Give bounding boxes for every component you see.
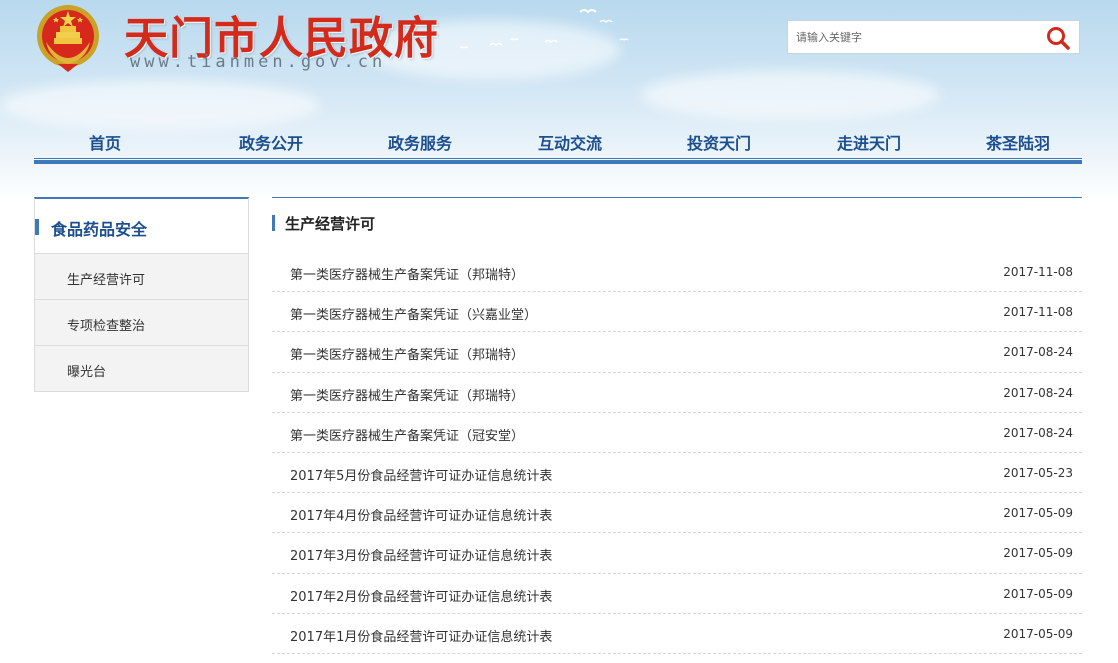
nav-underline [34, 160, 1082, 164]
sidebar-item-special-inspection[interactable]: 专项检查整治 [35, 300, 248, 346]
list-item-date: 2017-05-09 [1003, 586, 1073, 601]
sidebar-item-production-license[interactable]: 生产经营许可 [35, 254, 248, 300]
nav-divider [34, 158, 1082, 159]
list-item: 第一类医疗器械生产备案凭证（邦瑞特） 2017-08-24 [272, 332, 1082, 373]
list-item-link[interactable]: 2017年3月份食品经营许可证办证信息统计表 [290, 545, 552, 564]
list-item: 第一类医疗器械生产备案凭证（冠安堂） 2017-08-24 [272, 413, 1082, 453]
list-item: 2017年2月份食品经营许可证办证信息统计表 2017-05-09 [272, 574, 1082, 614]
national-emblem-icon [37, 5, 99, 72]
list-item: 2017年1月份食品经营许可证办证信息统计表 2017-05-09 [272, 614, 1082, 654]
list-item-link[interactable]: 2017年5月份食品经营许可证办证信息统计表 [290, 465, 552, 484]
list-item: 2017年4月份食品经营许可证办证信息统计表 2017-05-09 [272, 493, 1082, 534]
sidebar-item-exposure[interactable]: 曝光台 [35, 346, 248, 392]
list-item: 第一类医疗器械生产备案凭证（邦瑞特） 2017-11-08 [272, 252, 1082, 293]
sidebar: 食品药品安全 生产经营许可 专项检查整治 曝光台 [34, 197, 249, 392]
article-list: 第一类医疗器械生产备案凭证（邦瑞特） 2017-11-08 第一类医疗器械生产备… [272, 252, 1082, 654]
list-item-date: 2017-11-08 [1003, 265, 1073, 279]
list-item-link[interactable]: 第一类医疗器械生产备案凭证（邦瑞特） [290, 344, 524, 363]
sidebar-title: 食品药品安全 [51, 220, 148, 239]
page-title: 生产经营许可 [285, 215, 376, 233]
list-item-date: 2017-08-24 [1003, 425, 1073, 440]
content-panel: 生产经营许可 第一类医疗器械生产备案凭证（邦瑞特） 2017-11-08 第一类… [272, 197, 1082, 654]
list-item-date: 2017-08-24 [1003, 385, 1073, 400]
nav-item-about[interactable]: 走进天门 [837, 130, 901, 154]
nav-item-invest[interactable]: 投资天门 [687, 130, 751, 154]
bird-decoration [459, 9, 629, 49]
content-header-marker [272, 215, 275, 231]
list-item: 2017年5月份食品经营许可证办证信息统计表 2017-05-23 [272, 453, 1082, 494]
list-item-date: 2017-11-08 [1003, 305, 1073, 320]
search-icon[interactable] [1045, 25, 1071, 51]
content-header: 生产经营许可 [272, 198, 1082, 252]
list-item-link[interactable]: 第一类医疗器械生产备案凭证（邦瑞特） [290, 385, 524, 404]
list-item-date: 2017-05-09 [1003, 546, 1073, 561]
list-item-link[interactable]: 第一类医疗器械生产备案凭证（邦瑞特） [290, 264, 524, 283]
nav-item-gov-services[interactable]: 政务服务 [388, 130, 452, 154]
search-input[interactable] [796, 27, 1026, 47]
cloud-decoration [640, 70, 940, 120]
sidebar-item-label: 生产经营许可 [67, 273, 146, 288]
site-url: www.tianmen.gov.cn [130, 52, 387, 72]
list-item-date: 2017-05-09 [1003, 506, 1073, 521]
list-item-date: 2017-05-09 [1003, 626, 1073, 641]
list-item-date: 2017-05-23 [1003, 465, 1073, 480]
list-item-link[interactable]: 第一类医疗器械生产备案凭证（冠安堂） [290, 425, 524, 444]
list-item-link[interactable]: 2017年2月份食品经营许可证办证信息统计表 [290, 586, 552, 605]
main-nav: 首页 政务公开 政务服务 互动交流 投资天门 走进天门 茶圣陆羽 [34, 120, 1082, 165]
search-box [787, 20, 1080, 54]
nav-item-home[interactable]: 首页 [89, 130, 121, 154]
list-item: 2017年3月份食品经营许可证办证信息统计表 2017-05-09 [272, 533, 1082, 574]
nav-item-gov-affairs-open[interactable]: 政务公开 [239, 130, 303, 154]
sidebar-header: 食品药品安全 [35, 199, 248, 254]
list-item: 第一类医疗器械生产备案凭证（邦瑞特） 2017-08-24 [272, 373, 1082, 413]
sidebar-header-marker [35, 219, 39, 235]
list-item-date: 2017-08-24 [1003, 345, 1073, 360]
list-item-link[interactable]: 第一类医疗器械生产备案凭证（兴嘉业堂） [290, 304, 537, 323]
nav-item-interaction[interactable]: 互动交流 [538, 130, 602, 154]
sidebar-item-label: 专项检查整治 [67, 319, 146, 334]
sidebar-item-label: 曝光台 [67, 365, 107, 380]
list-item-link[interactable]: 2017年1月份食品经营许可证办证信息统计表 [290, 626, 552, 645]
list-item: 第一类医疗器械生产备案凭证（兴嘉业堂） 2017-11-08 [272, 292, 1082, 333]
list-item-link[interactable]: 2017年4月份食品经营许可证办证信息统计表 [290, 505, 552, 524]
nav-item-luyu[interactable]: 茶圣陆羽 [986, 130, 1050, 154]
